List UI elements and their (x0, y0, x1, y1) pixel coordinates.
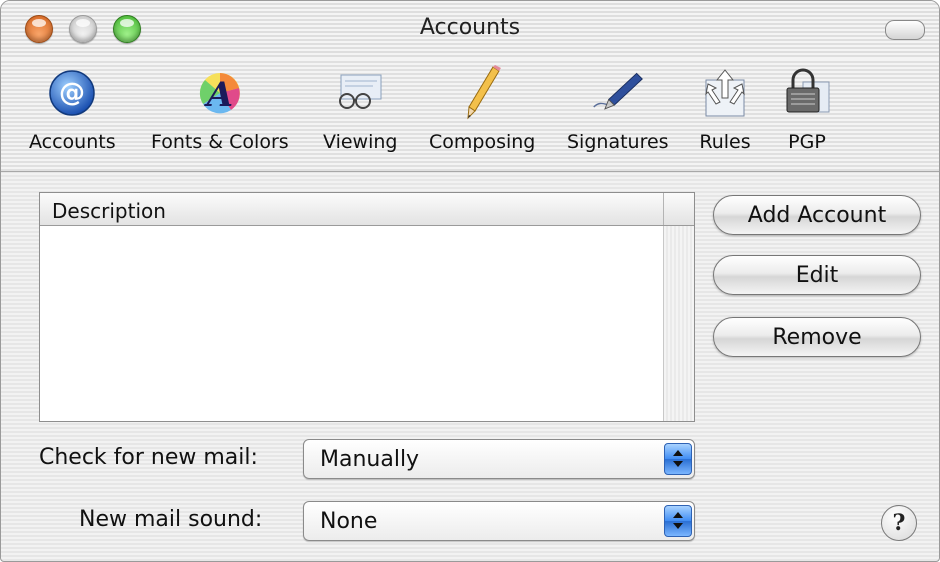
fonts-colors-icon: A (192, 65, 248, 121)
toolbar-item-label: Rules (699, 131, 751, 153)
list-header-corner (663, 193, 694, 225)
help-button[interactable]: ? (881, 505, 917, 541)
accounts-list[interactable]: Description (39, 192, 695, 422)
toolbar-item-label: Viewing (323, 131, 398, 153)
toolbar-item-pgp[interactable]: PGP (779, 65, 835, 163)
toolbar-item-label: Fonts & Colors (151, 131, 289, 153)
viewing-glasses-icon (332, 65, 388, 121)
toolbar-toggle-button[interactable] (885, 20, 925, 40)
remove-button[interactable]: Remove (713, 317, 921, 357)
pencil-icon (454, 65, 510, 121)
new-mail-sound-popup[interactable]: None (303, 501, 695, 541)
toolbar-item-rules[interactable]: Rules (697, 65, 753, 163)
toolbar-item-label: Accounts (29, 131, 116, 153)
svg-text:A: A (204, 75, 233, 115)
toolbar-item-label: Signatures (567, 131, 669, 153)
preferences-toolbar: @ Accounts A Fonts & Colors Viewing Comp… (1, 59, 939, 172)
edit-button[interactable]: Edit (713, 255, 921, 295)
popup-arrows-icon (664, 505, 692, 537)
popup-arrows-icon (664, 443, 692, 475)
toolbar-item-fonts-colors[interactable]: A Fonts & Colors (151, 65, 289, 163)
check-mail-label: Check for new mail: (39, 445, 258, 470)
check-mail-value: Manually (320, 447, 420, 472)
toolbar-item-label: PGP (788, 131, 826, 153)
rules-arrows-icon (697, 65, 753, 121)
lock-icon (779, 65, 835, 121)
toolbar-item-composing[interactable]: Composing (429, 65, 535, 163)
add-account-button[interactable]: Add Account (713, 195, 921, 235)
at-sign-icon: @ (44, 65, 100, 121)
preferences-window: Accounts @ Accounts A Fonts & Colors Vie… (0, 0, 940, 562)
toolbar-item-viewing[interactable]: Viewing (323, 65, 397, 163)
toolbar-item-accounts[interactable]: @ Accounts (29, 65, 116, 163)
vertical-scrollbar[interactable] (663, 226, 694, 421)
title-bar[interactable]: Accounts (1, 1, 939, 59)
column-header-description[interactable]: Description (52, 199, 166, 223)
toolbar-item-label: Composing (429, 131, 536, 153)
toolbar-item-signatures[interactable]: Signatures (567, 65, 669, 163)
svg-text:@: @ (59, 78, 85, 108)
check-mail-popup[interactable]: Manually (303, 439, 695, 479)
window-title: Accounts (419, 15, 521, 40)
fountain-pen-icon (590, 65, 646, 121)
list-header: Description (40, 193, 694, 226)
new-mail-sound-label: New mail sound: (79, 507, 263, 532)
new-mail-sound-value: None (320, 509, 378, 534)
